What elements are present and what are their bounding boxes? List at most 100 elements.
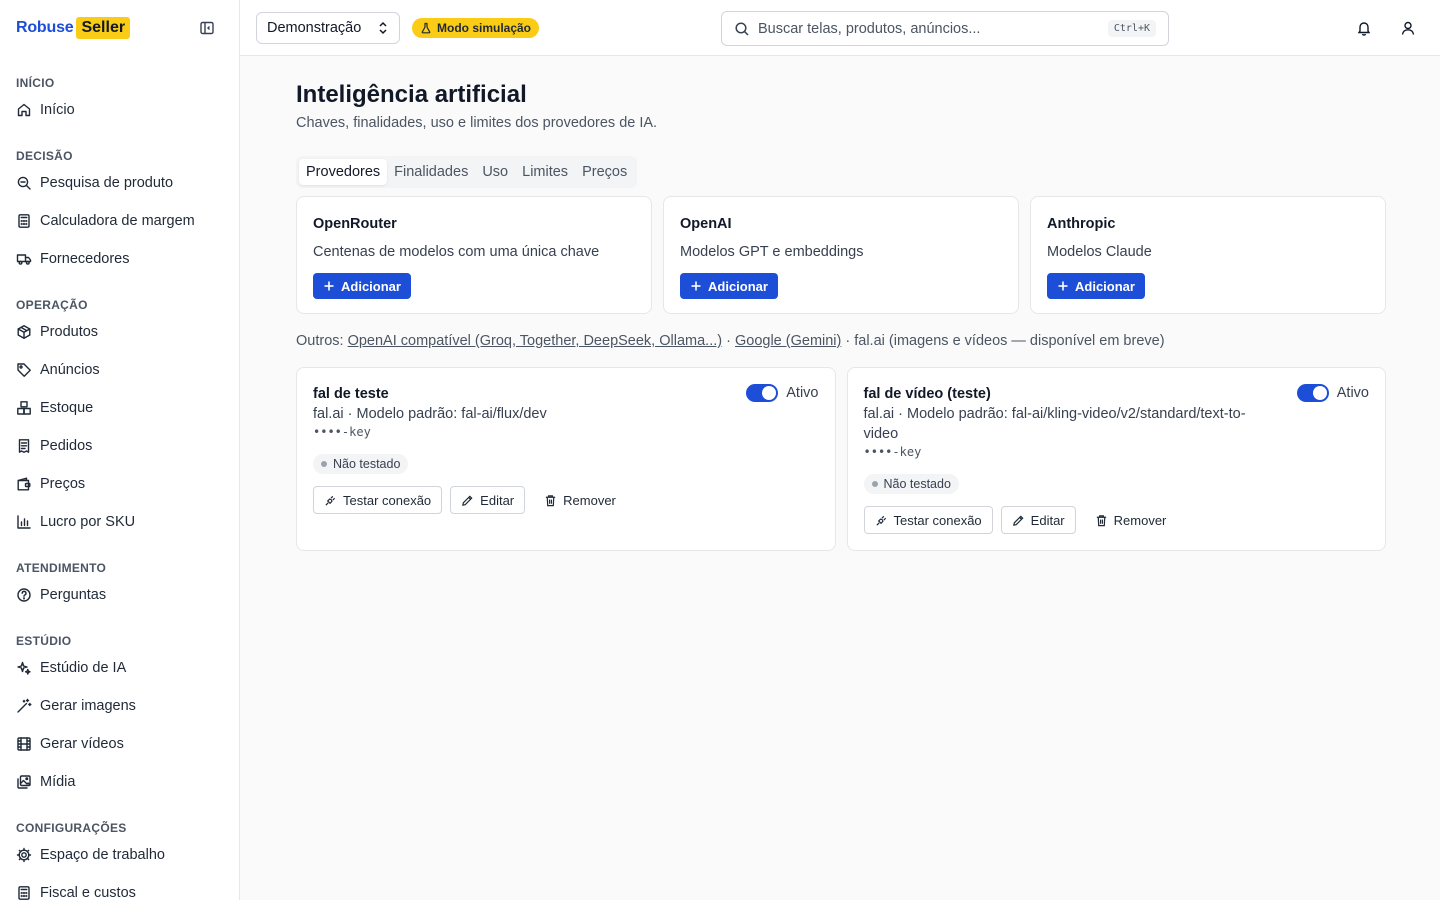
help-circle-icon bbox=[17, 588, 31, 602]
bar-chart-icon bbox=[17, 515, 31, 529]
sidebar-item-inicio[interactable]: Início bbox=[0, 91, 239, 129]
add-provider-button[interactable]: Adicionar bbox=[313, 273, 411, 299]
test-connection-button[interactable]: Testar conexão bbox=[863, 506, 993, 534]
active-toggle-group: Ativo bbox=[1296, 384, 1369, 402]
sidebar: Robuse Seller INÍCIO Início DECISÃO Pesquis… bbox=[0, 0, 240, 900]
sparkles-icon bbox=[17, 661, 31, 675]
images-icon bbox=[17, 775, 31, 789]
sidebar-item-produtos[interactable]: Produtos bbox=[0, 313, 239, 351]
sidebar-item-estudio-de-ia[interactable]: Estúdio de IA bbox=[0, 649, 239, 687]
global-search[interactable]: Ctrl+K bbox=[721, 11, 1169, 46]
active-toggle-group: Ativo bbox=[746, 384, 819, 402]
user-icon[interactable] bbox=[1398, 18, 1418, 38]
remove-label: Remover bbox=[563, 492, 616, 508]
add-provider-label: Adicionar bbox=[1075, 278, 1135, 294]
bell-icon[interactable] bbox=[1354, 18, 1374, 38]
sidebar-item-perguntas[interactable]: Perguntas bbox=[0, 576, 239, 614]
toggle-knob bbox=[762, 386, 777, 400]
plus-icon bbox=[1058, 281, 1068, 291]
provider-description: Centenas de modelos com uma única chave bbox=[313, 244, 600, 260]
sidebar-item-midia[interactable]: Mídia bbox=[0, 763, 239, 801]
sidebar-item-estoque[interactable]: Estoque bbox=[0, 389, 239, 427]
calculator-icon bbox=[18, 214, 30, 228]
tab-finalidades[interactable]: Finalidades bbox=[387, 159, 475, 185]
sidebar-item-label: Perguntas bbox=[40, 587, 107, 603]
sidebar-item-espaco-de-trabalho[interactable]: Espaço de trabalho bbox=[0, 836, 239, 874]
nav-section-title: DECISÃO bbox=[16, 149, 73, 163]
add-provider-button[interactable]: Adicionar bbox=[1047, 273, 1145, 299]
configured-providers: fal de teste fal.ai · Modelo padrão: fal-… bbox=[296, 367, 1386, 551]
provider-card: Anthropic Modelos Claude Adicionar bbox=[1030, 196, 1386, 314]
provider-instance-card: fal de teste fal.ai · Modelo padrão: fal-… bbox=[296, 367, 836, 551]
sidebar-item-gerar-videos[interactable]: Gerar vídeos bbox=[0, 725, 239, 763]
tag-icon bbox=[17, 363, 31, 377]
instance-actions: Testar conexão Editar Remover bbox=[313, 486, 819, 514]
remove-button[interactable]: Remover bbox=[1083, 506, 1178, 534]
add-provider-button[interactable]: Adicionar bbox=[680, 273, 778, 299]
active-toggle[interactable] bbox=[1296, 384, 1329, 402]
plug-icon bbox=[875, 515, 886, 526]
status-badge: Não testado bbox=[863, 474, 959, 494]
sidebar-item-label: Fiscal e custos bbox=[40, 885, 136, 900]
brand-name: Robuse bbox=[16, 19, 74, 36]
instance-key-masked: ••••-key bbox=[863, 445, 922, 459]
pencil-icon bbox=[462, 494, 473, 506]
tab-list: Provedores Finalidades Uso Limites Preços bbox=[296, 156, 638, 188]
sidebar-item-fiscal-e-custos[interactable]: Fiscal e custos bbox=[0, 874, 239, 900]
sidebar-item-anuncios[interactable]: Anúncios bbox=[0, 351, 239, 389]
nav-section-title: INÍCIO bbox=[16, 76, 55, 90]
wallet-icon bbox=[17, 477, 31, 491]
sidebar-item-label: Estoque bbox=[40, 400, 94, 416]
edit-button[interactable]: Editar bbox=[450, 486, 526, 514]
active-toggle[interactable] bbox=[746, 384, 779, 402]
tab-precos[interactable]: Preços bbox=[575, 159, 634, 185]
fal-coming-soon: · fal.ai (imagens e vídeos — disponível … bbox=[841, 333, 1165, 349]
sidebar-item-label: Mídia bbox=[40, 774, 76, 790]
sidebar-item-label: Calculadora de margem bbox=[40, 213, 195, 229]
tab-uso[interactable]: Uso bbox=[475, 159, 515, 185]
remove-button[interactable]: Remover bbox=[533, 486, 627, 514]
simulation-badge-label: Modo simulação bbox=[437, 21, 532, 35]
brand-badge: Seller bbox=[76, 17, 131, 39]
sidebar-item-gerar-imagens[interactable]: Gerar imagens bbox=[0, 687, 239, 725]
plus-icon bbox=[324, 281, 334, 291]
status-label: Não testado bbox=[333, 457, 401, 471]
sidebar-item-label: Preços bbox=[40, 476, 86, 492]
sidebar-item-calculadora-de-margem[interactable]: Calculadora de margem bbox=[0, 202, 239, 240]
nav-section-title: CONFIGURAÇÕES bbox=[16, 821, 127, 835]
sidebar-item-lucro-por-sku[interactable]: Lucro por SKU bbox=[0, 503, 239, 541]
test-connection-button[interactable]: Testar conexão bbox=[313, 486, 443, 514]
edit-button[interactable]: Editar bbox=[1000, 506, 1076, 534]
pencil-icon bbox=[1012, 514, 1024, 526]
tab-limites[interactable]: Limites bbox=[515, 159, 575, 185]
search-input[interactable] bbox=[758, 20, 1108, 37]
add-provider-label: Adicionar bbox=[341, 278, 401, 294]
sidebar-item-pedidos[interactable]: Pedidos bbox=[0, 427, 239, 465]
brand-logo[interactable]: Robuse Seller bbox=[0, 0, 239, 56]
sidebar-collapse-icon[interactable] bbox=[197, 18, 217, 38]
plus-icon bbox=[691, 281, 701, 291]
sidebar-item-label: Espaço de trabalho bbox=[40, 847, 165, 863]
instance-actions: Testar conexão Editar Remover bbox=[863, 506, 1370, 534]
google-gemini-link[interactable]: Google (Gemini) bbox=[735, 333, 841, 349]
provider-description: Modelos GPT e embeddings bbox=[680, 244, 864, 260]
search-shortcut-hint: Ctrl+K bbox=[1107, 20, 1156, 37]
provider-card: OpenRouter Centenas de modelos com uma ún… bbox=[296, 196, 652, 314]
provider-description: Modelos Claude bbox=[1047, 244, 1152, 260]
sidebar-item-fornecedores[interactable]: Fornecedores bbox=[0, 240, 239, 278]
status-label: Não testado bbox=[883, 477, 951, 491]
plug-icon bbox=[325, 495, 336, 506]
test-connection-label: Testar conexão bbox=[893, 512, 982, 528]
org-selector[interactable]: Demonstração bbox=[256, 12, 400, 44]
sidebar-item-pesquisa-de-produto[interactable]: Pesquisa de produto bbox=[0, 164, 239, 202]
boxes-icon bbox=[17, 401, 31, 415]
toggle-knob bbox=[1312, 386, 1327, 400]
sidebar-item-label: Pesquisa de produto bbox=[40, 175, 174, 191]
flask-icon bbox=[421, 22, 431, 34]
openai-compatible-link[interactable]: OpenAI compatível (Groq, Together, DeepS… bbox=[348, 333, 723, 349]
nav-section-title: OPERAÇÃO bbox=[16, 298, 88, 312]
tab-provedores[interactable]: Provedores bbox=[299, 159, 388, 185]
other-providers: Outros: OpenAI compatível (Groq, Togethe… bbox=[296, 331, 1386, 351]
wand-icon bbox=[17, 698, 32, 713]
sidebar-item-precos[interactable]: Preços bbox=[0, 465, 239, 503]
